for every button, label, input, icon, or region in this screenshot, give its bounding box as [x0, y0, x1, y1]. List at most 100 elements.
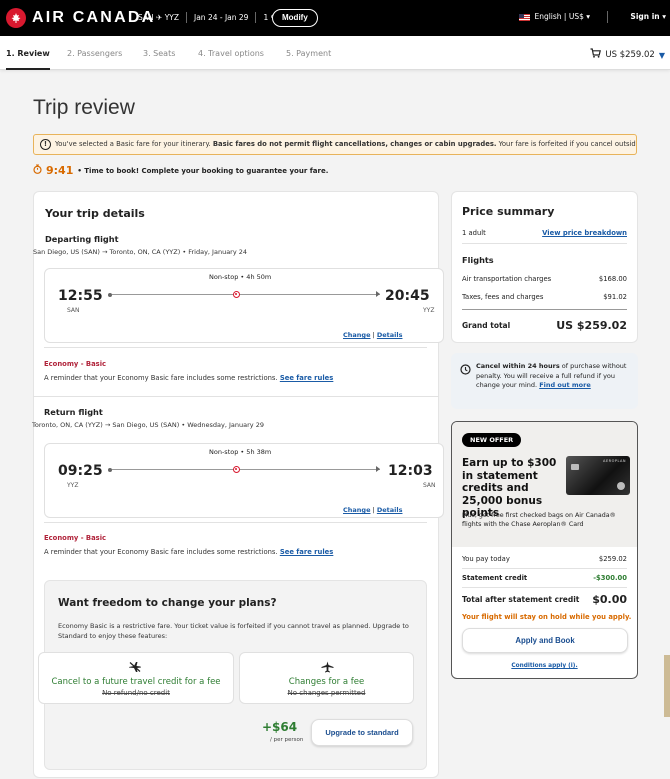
fare-name: Economy - Basic — [44, 534, 107, 542]
departure-code: YYZ — [67, 482, 79, 489]
feature-strike: No refund/no credit — [102, 689, 170, 697]
grand-total-label: Grand total — [462, 321, 511, 330]
find-out-more-link[interactable]: Find out more — [539, 381, 591, 389]
pipe-separator: | — [372, 331, 375, 339]
pay-today-value: $259.02 — [598, 555, 627, 563]
departure-time: 12:55 — [58, 288, 103, 304]
step-travel-options[interactable]: 4. Travel options — [198, 49, 264, 59]
statement-credit-row: Statement credit -$300.00 — [462, 574, 627, 582]
taxes-value: $91.02 — [603, 293, 627, 301]
taxes-row: Taxes, fees and charges $91.02 — [462, 293, 627, 301]
cancel-info-box: Cancel within 24 hours of purchase witho… — [451, 353, 638, 409]
step-passengers[interactable]: 2. Passengers — [67, 49, 122, 59]
us-flag-icon — [519, 13, 531, 21]
change-link[interactable]: Change — [343, 506, 370, 514]
card-logo — [617, 482, 625, 490]
nonstop-duration: Non-stop • 4h 50m — [209, 273, 272, 281]
divider — [44, 522, 427, 523]
fare-rules-link[interactable]: See fare rules — [280, 548, 334, 556]
modify-button[interactable]: Modify — [272, 9, 318, 27]
grand-total-value: US $259.02 — [556, 319, 627, 332]
plane-cancel-icon — [129, 662, 141, 672]
upgrade-button[interactable]: Upgrade to standard — [311, 719, 413, 746]
departing-route: San Diego, US (SAN) → Toronto, ON, CA (Y… — [33, 248, 248, 256]
departing-heading: Departing flight — [45, 234, 119, 244]
total-after-value: $0.00 — [592, 593, 627, 606]
divider — [44, 347, 427, 348]
booking-timer: 9:41 • Time to book! Complete your booki… — [33, 164, 328, 178]
language-selector[interactable]: English | US$ ▾ — [519, 12, 590, 22]
nonstop-duration: Non-stop • 5h 38m — [209, 448, 272, 456]
step-payment[interactable]: 5. Payment — [286, 49, 331, 59]
upgrade-per-person: / per person — [270, 737, 304, 743]
departure-time: 09:25 — [58, 463, 103, 479]
reminder-text: A reminder that your Economy Basic fare … — [44, 548, 278, 556]
feedback-tab[interactable] — [664, 655, 670, 717]
arrow-right-icon — [376, 291, 380, 297]
divider — [607, 11, 608, 23]
cart-total[interactable]: US $259.02 ▼ — [590, 48, 665, 62]
change-details-links: Change | Details — [343, 331, 402, 339]
flights-heading: Flights — [462, 255, 494, 265]
offer-subtext: Plus, get free first checked bags on Air… — [462, 512, 616, 528]
alert-bold-text: Basic fares do not permit flight cancell… — [212, 140, 497, 148]
price-breakdown-link[interactable]: View price breakdown — [542, 229, 627, 237]
air-charges-value: $168.00 — [598, 275, 627, 283]
air-charges-row: Air transportation charges $168.00 — [462, 275, 627, 283]
divider — [462, 243, 627, 244]
upgrade-price: +$64 — [262, 720, 298, 734]
exclamation-icon: ! — [40, 139, 51, 150]
departure-code: SAN — [67, 307, 80, 314]
hold-note: Your flight will stay on hold while you … — [462, 613, 632, 621]
details-link[interactable]: Details — [377, 506, 403, 514]
cancel-bold: Cancel within 24 hours — [476, 362, 560, 370]
conditions-link-wrap: Conditions apply (i). — [452, 663, 637, 669]
alert-text: You've selected a Basic fare for your it… — [55, 140, 213, 148]
statement-credit-value: -$300.00 — [593, 574, 627, 582]
fare-name: Economy - Basic — [44, 360, 107, 368]
feature-strike: No changes permitted — [287, 689, 366, 697]
arrow-right-icon — [376, 466, 380, 472]
conditions-link[interactable]: Conditions apply (i). — [511, 663, 577, 669]
divider — [186, 12, 187, 23]
clock-icon — [460, 364, 471, 375]
divider — [462, 309, 627, 310]
pay-today-row: You pay today $259.02 — [462, 555, 627, 563]
change-link[interactable]: Change — [343, 331, 370, 339]
reminder-text: A reminder that your Economy Basic fare … — [44, 374, 278, 382]
feature-changes-fee: Changes for a fee No changes permitted — [239, 652, 414, 704]
arrival-time: 20:45 — [385, 288, 430, 304]
trip-summary: SAN ✈ YYZ Jan 24 - Jan 29 1 ⚲ — [138, 12, 276, 23]
top-bar: AIR CANADA SAN ✈ YYZ Jan 24 - Jan 29 1 ⚲… — [0, 0, 670, 36]
divider — [33, 396, 439, 397]
plane-icon — [321, 661, 334, 673]
sign-in-button[interactable]: Sign in ▾ — [630, 12, 666, 22]
fare-reminder: A reminder that your Economy Basic fare … — [44, 374, 333, 382]
feature-cancel-credit: Cancel to a future travel credit for a f… — [38, 652, 234, 704]
step-seats[interactable]: 3. Seats — [143, 49, 175, 59]
apply-and-book-button[interactable]: Apply and Book — [462, 628, 628, 653]
cart-total-value: US $259.02 — [605, 49, 655, 60]
card-brand-text: AEROPLAN — [603, 459, 626, 463]
return-heading: Return flight — [44, 407, 103, 417]
credit-card-offer: NEW OFFER Earn up to $300 in statement c… — [451, 421, 638, 679]
stopwatch-icon — [33, 164, 42, 178]
timer-value: 9:41 — [46, 164, 74, 177]
adults-row: 1 adult View price breakdown — [462, 229, 627, 237]
feature-title: Cancel to a future travel credit for a f… — [51, 677, 221, 687]
total-after-row: Total after statement credit $0.00 — [462, 593, 627, 606]
alert-text-end: Your fare is forfeited if you cancel out… — [498, 140, 636, 148]
new-offer-badge: NEW OFFER — [462, 433, 522, 447]
adults-count: 1 adult — [462, 229, 486, 237]
taxes-label: Taxes, fees and charges — [462, 293, 544, 301]
brand-name: AIR CANADA — [32, 9, 156, 26]
details-link[interactable]: Details — [377, 331, 403, 339]
air-canada-logo[interactable]: AIR CANADA — [6, 8, 155, 28]
upgrade-description: Economy Basic is a restrictive fare. You… — [58, 622, 409, 640]
route-line — [112, 294, 380, 295]
pipe-separator: | — [372, 506, 375, 514]
fare-rules-link[interactable]: See fare rules — [280, 374, 334, 382]
upgrade-title: Want freedom to change your plans? — [58, 597, 277, 609]
maple-leaf-icon — [6, 8, 26, 28]
step-review[interactable]: 1. Review — [6, 49, 50, 70]
